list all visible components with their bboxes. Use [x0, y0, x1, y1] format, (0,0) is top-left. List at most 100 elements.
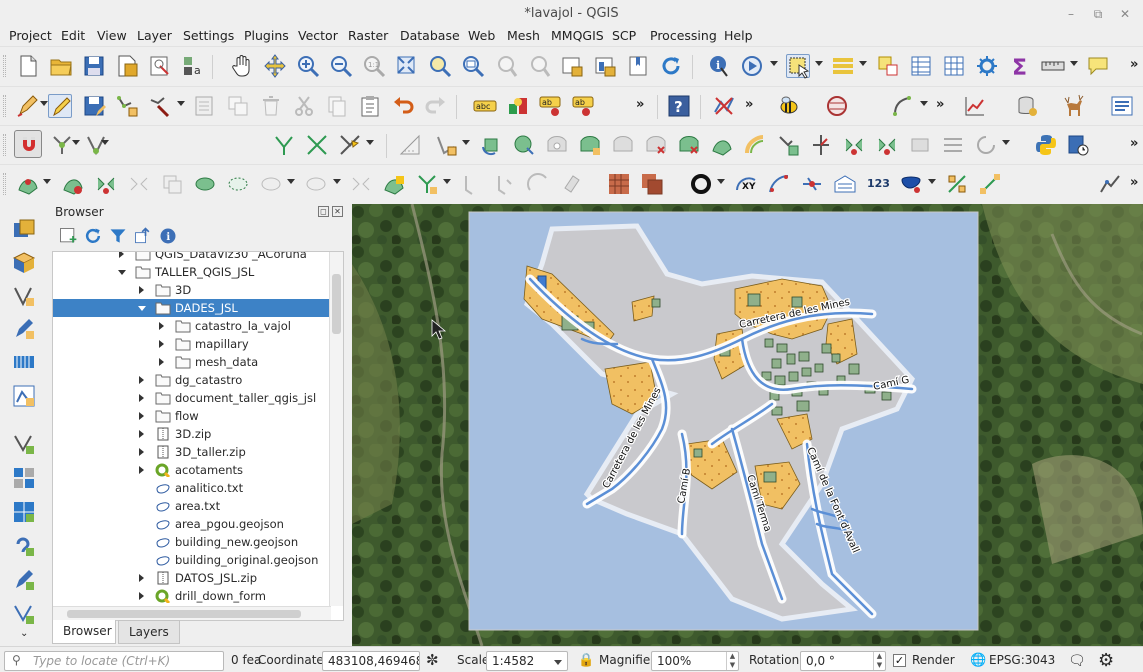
xy-tool-icon[interactable]: XY — [734, 172, 758, 196]
feature-tool-3-icon[interactable] — [349, 172, 373, 196]
menu-raster[interactable]: Raster — [348, 28, 388, 43]
feature-tool-icon[interactable] — [259, 172, 283, 196]
expand-arrow-icon[interactable] — [139, 592, 144, 600]
scissors-icon[interactable] — [94, 172, 118, 196]
split-features-icon[interactable] — [842, 133, 866, 157]
toolbar-overflow-icon[interactable]: » — [1130, 57, 1138, 72]
temporal-controller-icon[interactable] — [1066, 133, 1090, 157]
browser-item[interactable]: mapillary — [53, 335, 329, 353]
add-wfs-icon[interactable] — [12, 568, 36, 592]
menu-layer[interactable]: Layer — [137, 28, 172, 43]
close-panel-icon[interactable]: ✕ — [332, 206, 343, 217]
delete-ring-icon[interactable] — [644, 133, 668, 157]
refresh-icon[interactable] — [659, 54, 683, 78]
identify-icon[interactable]: i — [707, 54, 731, 78]
copy-features-icon[interactable] — [226, 94, 250, 118]
add-wms-icon[interactable] — [12, 500, 36, 524]
expand-arrow-icon[interactable] — [139, 574, 144, 582]
browser-item[interactable]: TALLER_QGIS_JSL — [53, 263, 329, 281]
browser-item[interactable]: building_new.geojson — [53, 533, 329, 551]
self-snapping-icon[interactable] — [338, 133, 362, 157]
simplify-feature-icon[interactable] — [512, 133, 536, 157]
zoom-to-layer-icon[interactable] — [461, 54, 485, 78]
expand-arrow-icon[interactable] — [139, 448, 144, 456]
float-panel-icon[interactable]: ◻ — [318, 206, 329, 217]
expand-arrow-icon[interactable] — [159, 322, 164, 330]
menu-project[interactable]: Project — [9, 28, 52, 43]
rotate-feature-icon[interactable] — [479, 133, 503, 157]
cut-features-icon[interactable] — [292, 94, 316, 118]
save-layer-edits-icon[interactable] — [82, 94, 106, 118]
polygon-dashed-icon[interactable] — [226, 172, 250, 196]
menu-scp[interactable]: SCP — [612, 28, 636, 43]
profile-tool-icon[interactable] — [963, 94, 987, 118]
new-3d-map-icon[interactable] — [593, 54, 617, 78]
vertex-tool-icon[interactable] — [148, 94, 172, 118]
statistical-summary-icon[interactable]: Σ — [1008, 54, 1032, 78]
render-checkbox[interactable]: ✓ — [893, 654, 906, 667]
browser-item[interactable]: DADES_JSL — [53, 299, 329, 317]
refresh-browser-icon[interactable] — [83, 226, 103, 246]
browser-item[interactable]: area_pgou.geojson — [53, 515, 329, 533]
zoom-native-icon[interactable]: 1:1 — [362, 54, 386, 78]
browser-vertical-scrollbar[interactable] — [329, 252, 343, 606]
expand-arrow-icon[interactable] — [139, 376, 144, 384]
add-delimited-icon[interactable] — [12, 317, 36, 341]
coordinate-field[interactable]: 483108,4694681 — [322, 651, 420, 671]
split-with-line-icon[interactable] — [61, 172, 85, 196]
style-manager-icon[interactable]: a — [181, 54, 205, 78]
plugin-update-icon[interactable]: ⚙ — [1098, 650, 1114, 671]
add-part-icon[interactable] — [578, 133, 602, 157]
zoom-to-selection-icon[interactable] — [428, 54, 452, 78]
numbering-tool-icon[interactable]: 123 — [866, 172, 890, 196]
browser-item[interactable]: drill_down_form — [53, 587, 329, 605]
crs-button[interactable]: EPSG:3043 — [989, 653, 1055, 667]
menu-processing[interactable]: Processing — [650, 28, 717, 43]
merge-attributes-icon[interactable] — [941, 133, 965, 157]
digitize-with-segment-icon[interactable] — [16, 172, 40, 196]
shape-digitizing-icon[interactable] — [891, 94, 915, 118]
stamp-plugin-icon[interactable] — [825, 94, 849, 118]
polygon-outline-icon[interactable] — [193, 172, 217, 196]
perpendicular-icon[interactable] — [493, 172, 517, 196]
current-edits-icon[interactable] — [16, 94, 40, 118]
delete-part-icon[interactable] — [677, 133, 701, 157]
map-tips-icon[interactable] — [1086, 54, 1110, 78]
select-by-value-icon[interactable] — [831, 54, 855, 78]
modify-attributes-icon[interactable] — [193, 94, 217, 118]
restore-icon[interactable]: ⧉ — [1087, 0, 1109, 26]
browser-item[interactable]: catastro_la_vajol — [53, 317, 329, 335]
new-geopackage-icon[interactable] — [12, 251, 36, 275]
print-layout-icon[interactable] — [148, 54, 172, 78]
building-tool-icon[interactable] — [833, 172, 857, 196]
browser-item[interactable]: area.txt — [53, 497, 329, 515]
browser-item[interactable]: 3D — [53, 281, 329, 299]
profile-line-icon[interactable] — [1098, 172, 1122, 196]
messages-icon[interactable]: 🗨 — [1068, 653, 1086, 669]
grid-points-icon[interactable] — [945, 172, 969, 196]
new-project-icon[interactable] — [16, 54, 40, 78]
menu-help[interactable]: Help — [724, 28, 753, 43]
copy-move-icon[interactable] — [160, 172, 184, 196]
add-virtual-layer-icon[interactable] — [12, 534, 36, 558]
menu-edit[interactable]: Edit — [61, 28, 85, 43]
label-toolbar-icon[interactable]: abc — [473, 94, 497, 118]
menu-settings[interactable]: Settings — [183, 28, 234, 43]
zoom-last-icon[interactable] — [494, 54, 518, 78]
zoom-full-icon[interactable] — [395, 54, 419, 78]
deer-plugin-icon[interactable] — [1062, 94, 1086, 118]
expand-arrow-icon[interactable] — [139, 286, 144, 294]
close-icon[interactable]: ✕ — [1114, 0, 1136, 26]
snapping-magnet-icon[interactable] — [14, 130, 42, 158]
pin-label-icon[interactable]: ab — [572, 94, 596, 118]
bee-plugin-icon[interactable] — [777, 94, 801, 118]
diagram-options-icon[interactable] — [506, 94, 530, 118]
delete-selected-icon[interactable] — [259, 94, 283, 118]
locator-search-input[interactable]: ⚲ Type to locate (Ctrl+K) — [4, 651, 224, 671]
properties-info-icon[interactable]: i — [158, 226, 178, 246]
topological-editing-icon[interactable] — [272, 133, 296, 157]
measure-icon[interactable] — [1041, 54, 1065, 78]
menu-database[interactable]: Database — [400, 28, 460, 43]
style-shape-icon[interactable] — [899, 172, 923, 196]
browser-item[interactable]: acotaments — [53, 461, 329, 479]
